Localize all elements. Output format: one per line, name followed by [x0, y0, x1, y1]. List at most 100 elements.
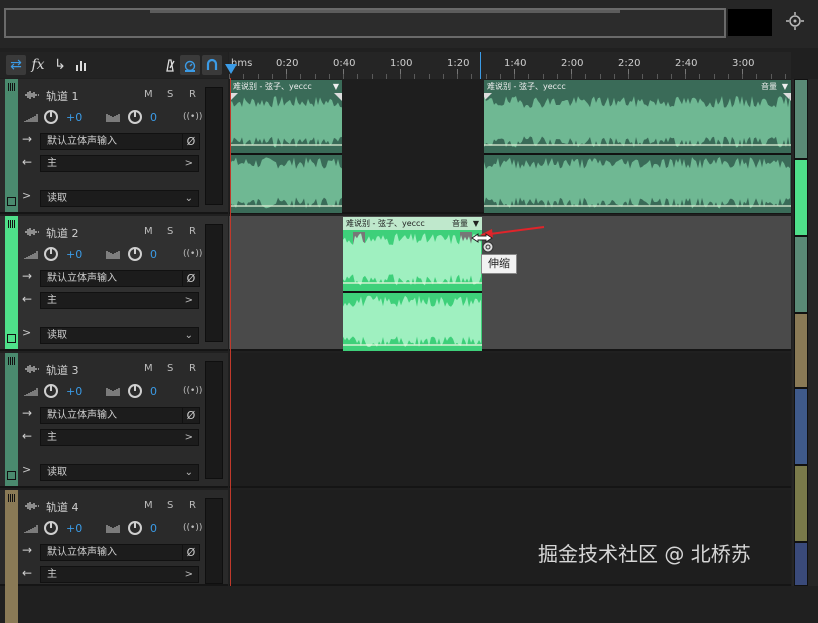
track-name[interactable]: 轨道 2	[46, 225, 79, 241]
volume-value[interactable]: +0	[66, 522, 82, 535]
clip-menu-icon[interactable]: ▼	[333, 80, 339, 93]
drag-grip-icon[interactable]	[8, 220, 15, 228]
pan-value[interactable]: 0	[150, 111, 157, 124]
track-overview-block[interactable]	[794, 313, 808, 388]
input-select[interactable]: 默认立体声输入>	[40, 407, 199, 424]
track-select-checkbox[interactable]	[7, 471, 16, 480]
pan-knob[interactable]	[128, 384, 142, 398]
track-color-strip[interactable]	[5, 79, 18, 212]
pan-value[interactable]: 0	[150, 248, 157, 261]
pan-value[interactable]: 0	[150, 522, 157, 535]
track-header-1[interactable]: 轨道 1MSRI+00((•))→默认立体声输入>Ø←主>>读取⌄	[0, 79, 228, 214]
track-name[interactable]: 轨道 4	[46, 499, 79, 515]
mute-button[interactable]: M	[144, 500, 153, 511]
automation-mode-select[interactable]: 读取 ⌄	[40, 190, 199, 207]
solo-button[interactable]: S	[167, 363, 173, 374]
mute-button[interactable]: M	[144, 226, 153, 237]
stereo-icon[interactable]: ((•))	[183, 523, 202, 533]
volume-value[interactable]: +0	[66, 385, 82, 398]
output-arrow-icon: ←	[22, 429, 33, 443]
track-header-2[interactable]: 轨道 2MSRI+00((•))→默认立体声输入>Ø←主>>读取⌄	[0, 216, 228, 351]
fx-icon[interactable]: fx	[28, 55, 48, 75]
automation-mode-select[interactable]: 读取 ⌄	[40, 327, 199, 344]
phase-invert-button[interactable]: Ø	[182, 133, 200, 150]
record-arm-button[interactable]: R	[189, 89, 196, 100]
track-select-checkbox[interactable]	[7, 197, 16, 206]
time-cursor	[480, 52, 481, 79]
track-lane-3[interactable]	[229, 353, 791, 488]
drag-grip-icon[interactable]	[8, 83, 15, 91]
track-header-4[interactable]: 轨道 4MSRI+00((•))→默认立体声输入>Ø←主>	[0, 490, 228, 623]
volume-knob[interactable]	[44, 521, 58, 535]
output-select[interactable]: 主 >	[40, 429, 199, 446]
drag-grip-icon[interactable]	[8, 494, 15, 502]
track-color-strip[interactable]	[5, 216, 18, 349]
volume-knob[interactable]	[44, 247, 58, 261]
track-overview-block[interactable]	[794, 236, 808, 313]
record-arm-button[interactable]: R	[189, 226, 196, 237]
phase-invert-button[interactable]: Ø	[182, 270, 200, 287]
output-select[interactable]: 主 >	[40, 566, 199, 583]
output-select[interactable]: 主 >	[40, 292, 199, 309]
track-color-strip[interactable]	[5, 353, 18, 486]
phase-invert-button[interactable]: Ø	[182, 407, 200, 424]
pan-knob[interactable]	[128, 521, 142, 535]
record-arm-button[interactable]: R	[189, 500, 196, 511]
snap-magnet-icon[interactable]	[202, 55, 222, 75]
swap-icon[interactable]: ⇄	[6, 55, 26, 75]
zoom-target-icon[interactable]	[786, 12, 804, 30]
solo-button[interactable]: S	[167, 226, 173, 237]
volume-knob[interactable]	[44, 110, 58, 124]
phase-invert-button[interactable]: Ø	[182, 544, 200, 561]
track-overview-block[interactable]	[794, 465, 808, 542]
output-select[interactable]: 主 >	[40, 155, 199, 172]
pan-value[interactable]: 0	[150, 385, 157, 398]
drag-grip-icon[interactable]	[8, 357, 15, 365]
track-select-checkbox[interactable]	[7, 334, 16, 343]
volume-value[interactable]: +0	[66, 111, 82, 124]
ruler-tick-label: 1:20	[447, 58, 470, 69]
mute-button[interactable]: M	[144, 363, 153, 374]
track-name[interactable]: 轨道 3	[46, 362, 79, 378]
stereo-icon[interactable]: ((•))	[183, 249, 202, 259]
track-header-3[interactable]: 轨道 3MSRI+00((•))→默认立体声输入>Ø←主>>读取⌄	[0, 353, 228, 488]
volume-value[interactable]: +0	[66, 248, 82, 261]
clip-track2[interactable]: 难说别 - 弦子、yeccc 音量 ▼	[343, 217, 482, 351]
automation-mode-select[interactable]: 读取 ⌄	[40, 464, 199, 481]
input-select[interactable]: 默认立体声输入>	[40, 270, 199, 287]
input-select[interactable]: 默认立体声输入>	[40, 544, 199, 561]
track-name[interactable]: 轨道 1	[46, 88, 79, 104]
expand-chevron-icon[interactable]: >	[22, 326, 31, 339]
clip-track1-b[interactable]: 难说别 - 弦子、yeccc 音量 ▼	[484, 80, 791, 213]
track-overview-block[interactable]	[794, 388, 808, 465]
stereo-icon[interactable]: ((•))	[183, 112, 202, 122]
level-meter	[205, 87, 223, 205]
time-ruler[interactable]: hms 0:20 0:40 1:00 1:20 1:40 2:00 2:20 2:40 3:00	[229, 52, 791, 80]
pan-knob[interactable]	[128, 247, 142, 261]
input-select[interactable]: 默认立体声输入>	[40, 133, 199, 150]
record-arm-button[interactable]: R	[189, 363, 196, 374]
ruler-tick-label: 0:20	[276, 58, 299, 69]
playhead-marker[interactable]	[225, 64, 237, 74]
send-icon[interactable]: ↳	[50, 55, 70, 75]
overview-range-handle[interactable]	[150, 10, 620, 13]
track-overview-block[interactable]	[794, 542, 808, 586]
output-arrow-icon: ←	[22, 566, 33, 580]
clip-track1-a[interactable]: 难说别 - 弦子、yeccc ▼	[230, 80, 342, 213]
metronome-icon[interactable]	[160, 55, 180, 75]
pan-knob[interactable]	[128, 110, 142, 124]
expand-chevron-icon[interactable]: >	[22, 463, 31, 476]
mute-button[interactable]: M	[144, 89, 153, 100]
track-overview-block[interactable]	[794, 79, 808, 159]
volume-knob[interactable]	[44, 384, 58, 398]
track-overview-block[interactable]	[794, 159, 808, 236]
track-color-strip[interactable]	[5, 490, 18, 623]
solo-button[interactable]: S	[167, 89, 173, 100]
vertical-track-scroller[interactable]	[792, 79, 818, 586]
timer-icon[interactable]	[180, 55, 200, 75]
solo-button[interactable]: S	[167, 500, 173, 511]
bar-chart-icon[interactable]	[72, 55, 92, 75]
expand-chevron-icon[interactable]: >	[22, 189, 31, 202]
clip-menu-icon[interactable]: ▼	[782, 80, 788, 93]
stereo-icon[interactable]: ((•))	[183, 386, 202, 396]
